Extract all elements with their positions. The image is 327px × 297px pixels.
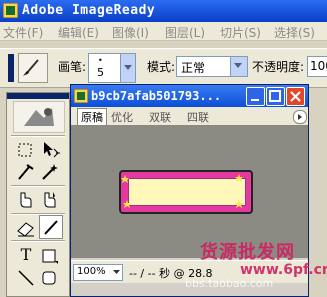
document-title-bar[interactable]: b9cb7afab501793...: [71, 85, 308, 107]
opacity-label: 不透明度:: [252, 60, 305, 74]
tab-menu-button[interactable]: [293, 110, 307, 124]
brush-tool-preset-button[interactable]: [18, 53, 48, 83]
banner-image: [119, 170, 253, 214]
brush-dot-icon: •: [98, 56, 103, 65]
slice-select-tool-icon[interactable]: [39, 189, 61, 211]
rectangular-marquee-tool-icon[interactable]: [15, 139, 37, 161]
mode-value: 正常: [181, 61, 206, 75]
brush-size-value: 5: [97, 66, 104, 79]
app-title: Adobe ImageReady: [22, 3, 156, 18]
tab-optimized[interactable]: 优化: [111, 109, 133, 125]
document-title: b9cb7afab501793...: [91, 89, 222, 103]
opacity-input[interactable]: 100: [307, 56, 327, 77]
minimize-icon: [251, 99, 259, 101]
chevron-right-icon: [298, 114, 302, 120]
chevron-down-icon: [120, 54, 135, 82]
mode-label: 模式:: [147, 60, 176, 74]
close-button[interactable]: [286, 87, 305, 106]
minimize-button[interactable]: [246, 87, 265, 106]
menu-layer[interactable]: 图层(L): [165, 24, 205, 41]
paintbrush-tool-icon[interactable]: [39, 215, 63, 239]
move-tool-icon[interactable]: [39, 139, 61, 161]
rectangle-tool-icon[interactable]: [39, 245, 61, 267]
opacity-value: 100: [310, 59, 327, 73]
tab-2up[interactable]: 双联: [149, 109, 171, 125]
toolbox-panel: T: [6, 92, 70, 297]
imageready-app-icon: [3, 3, 18, 18]
close-icon: [290, 91, 301, 102]
chevron-down-icon: [230, 57, 247, 76]
watermark-title: 货源批发网: [200, 242, 295, 263]
zoom-value: 100%: [77, 266, 106, 277]
tab-4up[interactable]: 四联: [187, 109, 209, 125]
watermark-url: www.6pf.cn: [240, 262, 327, 278]
imageready-logo: [13, 101, 65, 133]
watermark-forum: bbs.taobao.com: [185, 277, 274, 290]
tab-original[interactable]: 原稿: [77, 108, 107, 125]
view-tabs: 原稿 优化 双联 四联: [71, 107, 308, 126]
maximize-icon: [269, 90, 281, 102]
rounded-rectangle-tool-icon[interactable]: [39, 267, 61, 289]
zoom-dropdown[interactable]: 100%: [73, 264, 123, 281]
type-tool-icon[interactable]: T: [15, 245, 37, 267]
menu-bar: 文件(F) 编辑(E) 图像(I) 图层(L) 切片(S) 选择(S): [0, 22, 327, 41]
chevron-down-icon: [113, 270, 120, 274]
eraser-tool-icon[interactable]: [15, 217, 37, 239]
options-bar-grip[interactable]: [8, 54, 14, 82]
menu-select[interactable]: 选择(S): [274, 24, 315, 41]
menu-slice[interactable]: 切片(S): [220, 24, 261, 41]
toolbox-header[interactable]: [7, 93, 69, 99]
slice-tool-icon[interactable]: [15, 189, 37, 211]
lasso-tool-icon[interactable]: [15, 161, 37, 183]
brush-size-dropdown[interactable]: • 5: [88, 53, 136, 83]
brush-icon: [23, 59, 39, 76]
menu-edit[interactable]: 编辑(E): [58, 24, 99, 41]
document-icon: [74, 89, 88, 103]
menu-file[interactable]: 文件(F): [3, 24, 43, 41]
line-tool-icon[interactable]: [15, 267, 37, 289]
magic-wand-tool-icon[interactable]: [39, 161, 61, 183]
mode-dropdown[interactable]: 正常: [176, 56, 248, 77]
maximize-button[interactable]: [266, 87, 285, 106]
star-decorations-icon: [121, 174, 243, 208]
menu-image[interactable]: 图像(I): [112, 24, 149, 41]
brush-label: 画笔:: [58, 60, 87, 74]
app-title-bar: Adobe ImageReady: [0, 0, 327, 22]
